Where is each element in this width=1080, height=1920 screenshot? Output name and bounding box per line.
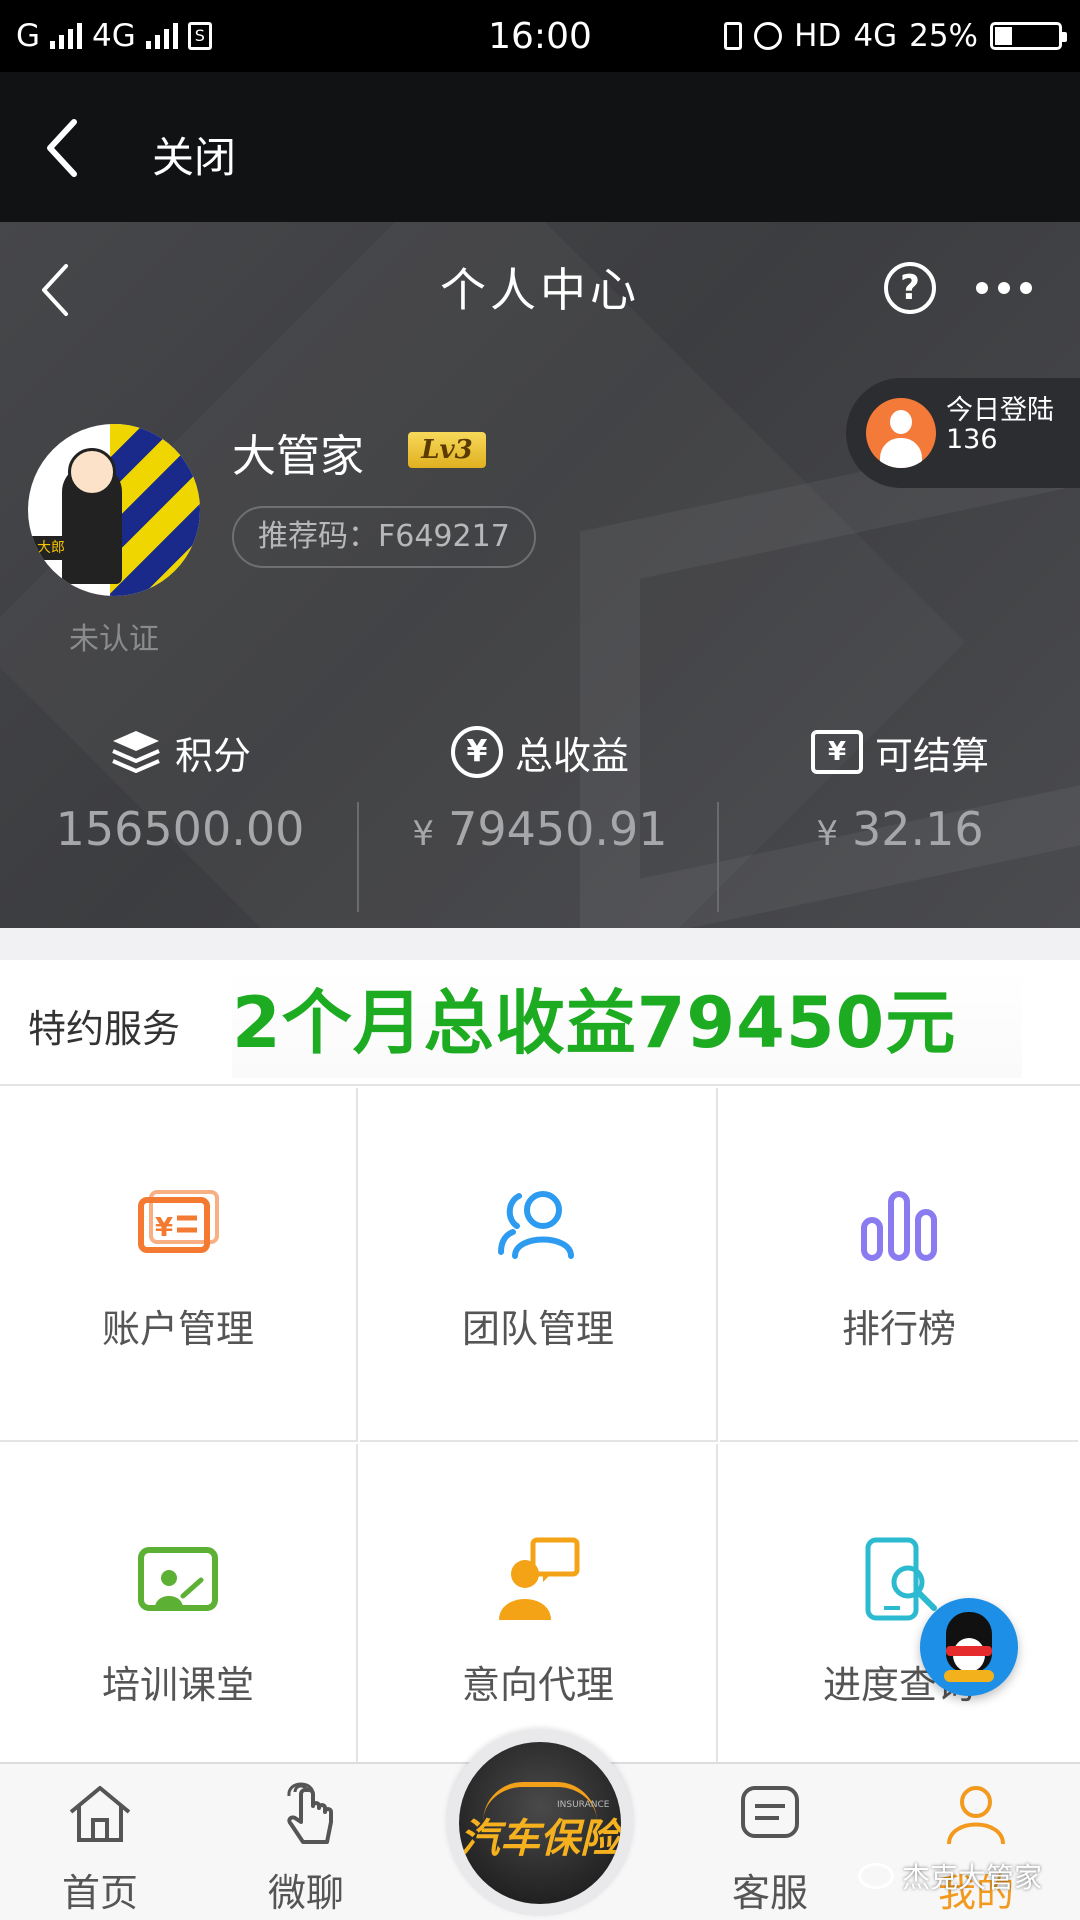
referral-code[interactable]: 推荐码：F649217 <box>232 506 536 568</box>
stat-settle-label: 可结算 <box>874 733 989 778</box>
grid-label: 培训课堂 <box>101 1663 254 1707</box>
qq-float-button[interactable] <box>920 1598 1018 1696</box>
tab-label: 客服 <box>731 1871 808 1915</box>
stat-points-label: 积分 <box>174 733 251 778</box>
back-arrow-icon[interactable] <box>42 116 82 180</box>
stat-total-income[interactable]: ¥ 总收益 ¥79450.91 <box>360 722 720 856</box>
stat-settle-value: ¥32.16 <box>720 802 1080 856</box>
home-icon <box>69 1786 131 1842</box>
hd-label: HD <box>794 18 842 54</box>
stat-income-head: ¥ 总收益 <box>360 722 720 782</box>
currency-symbol-2: ¥ <box>816 814 838 854</box>
tab-home[interactable]: 首页 <box>10 1764 190 1920</box>
close-button[interactable]: 关闭 <box>152 124 236 185</box>
battery-fill <box>995 27 1012 45</box>
tab-label: 首页 <box>61 1871 138 1915</box>
grid-account-management[interactable]: ¥ 账户管理 <box>0 1088 358 1442</box>
stat-points-number: 156500.00 <box>55 802 305 856</box>
grid-label: 意向代理 <box>461 1663 614 1707</box>
top-nav-bar: 关闭 <box>0 72 1080 222</box>
alarm-icon <box>754 22 783 50</box>
avatar-face <box>68 448 116 496</box>
stat-points[interactable]: 积分 156500.00 <box>0 722 360 856</box>
more-icon[interactable] <box>976 282 1032 294</box>
network-label-right: 4G <box>853 18 898 54</box>
login-avatar-icon <box>866 398 936 468</box>
grid-training[interactable]: 培训课堂 <box>0 1444 358 1798</box>
feature-grid: ¥ 账户管理 团队管理 排行榜 培训课堂 意向代理 进度查询 <box>0 1088 1080 1798</box>
watermark: 杰克大管家 <box>858 1856 1042 1896</box>
stat-settle-number: 32.16 <box>851 802 984 856</box>
team-icon <box>498 1191 574 1259</box>
avatar[interactable]: 大郎 <box>28 424 200 596</box>
tab-chat[interactable]: 微聊 <box>216 1764 396 1920</box>
stat-divider <box>357 802 359 912</box>
profile-header: 个人中心 ? 今日登陆 136 大郎 未认证 大管家 Lv3 推荐码：F6492… <box>0 222 1080 928</box>
avatar-pattern <box>110 424 200 596</box>
status-right: HD 4G 25% <box>724 18 1067 54</box>
currency-symbol: ¥ <box>412 814 435 854</box>
tab-label: 微聊 <box>267 1871 344 1915</box>
wechat-icon <box>858 1863 894 1889</box>
center-logo-button[interactable]: INSURANCE 汽车保险 <box>447 1730 633 1916</box>
phone-search-icon <box>865 1537 937 1621</box>
qq-feet <box>944 1670 994 1682</box>
stat-divider-2 <box>717 802 719 912</box>
grid-label: 账户管理 <box>101 1307 254 1351</box>
account-card-icon: ¥ <box>138 1190 219 1253</box>
login-today-count: 136 <box>946 424 998 455</box>
service-label: 特约服务 <box>28 1007 181 1051</box>
qq-scarf <box>946 1646 992 1656</box>
wallet-icon: ¥ <box>810 730 863 774</box>
user-icon <box>947 1786 1005 1845</box>
touch-hand-icon <box>287 1782 333 1844</box>
bar-chart-icon <box>861 1191 937 1261</box>
grid-label: 排行榜 <box>841 1307 956 1351</box>
classroom-icon <box>138 1547 218 1611</box>
svg-text:¥: ¥ <box>155 1213 173 1243</box>
grid-label: 进度查询 <box>822 1663 975 1707</box>
tab-service[interactable]: 客服 <box>680 1764 860 1920</box>
vibrate-icon <box>724 22 743 50</box>
avatar-tag: 大郎 <box>32 536 70 560</box>
daily-login-badge[interactable]: 今日登陆 136 <box>846 378 1080 488</box>
battery-icon <box>990 22 1067 50</box>
help-icon[interactable]: ? <box>884 262 936 314</box>
stat-income-label: 总收益 <box>514 733 629 778</box>
login-today-label: 今日登陆 <box>946 395 1054 426</box>
car-insurance-logo-icon: INSURANCE 汽车保险 <box>459 1742 621 1904</box>
section-gap <box>0 928 1080 960</box>
stat-settle-head: ¥ 可结算 <box>720 722 1080 782</box>
level-badge: Lv3 <box>408 432 486 468</box>
service-banner[interactable]: 2个月总收益79450元 <box>232 968 1022 1078</box>
grid-progress-query[interactable]: 进度查询 <box>720 1444 1078 1798</box>
yen-circle-icon: ¥ <box>450 726 503 778</box>
stat-points-head: 积分 <box>0 722 360 782</box>
stats-row: 积分 156500.00 ¥ 总收益 ¥79450.91 ¥ 可结算 ¥32.1… <box>0 722 1080 922</box>
stat-income-value: ¥79450.91 <box>360 802 720 856</box>
chat-bubble-icon <box>741 1786 799 1838</box>
stat-points-value: 156500.00 <box>0 802 360 856</box>
tab-mine[interactable]: 我的 <box>886 1764 1066 1920</box>
logo-text: 汽车保险 <box>460 1816 620 1862</box>
stat-settleable[interactable]: ¥ 可结算 ¥32.16 <box>720 722 1080 856</box>
grid-label: 团队管理 <box>461 1307 614 1351</box>
status-bar: G 4G S 16:00 HD 4G 25% <box>0 0 1080 72</box>
special-service-row[interactable]: 特约服务 2个月总收益79450元 <box>0 960 1080 1086</box>
stat-income-number: 79450.91 <box>448 802 668 856</box>
grid-leaderboard[interactable]: 排行榜 <box>720 1088 1078 1442</box>
agent-chat-icon <box>499 1537 580 1620</box>
layers-icon <box>112 731 160 774</box>
watermark-text: 杰克大管家 <box>902 1861 1043 1894</box>
verify-status[interactable]: 未认证 <box>28 614 200 658</box>
user-name: 大管家 <box>232 431 364 482</box>
battery-percent: 25% <box>909 18 978 54</box>
grid-team-management[interactable]: 团队管理 <box>360 1088 718 1442</box>
